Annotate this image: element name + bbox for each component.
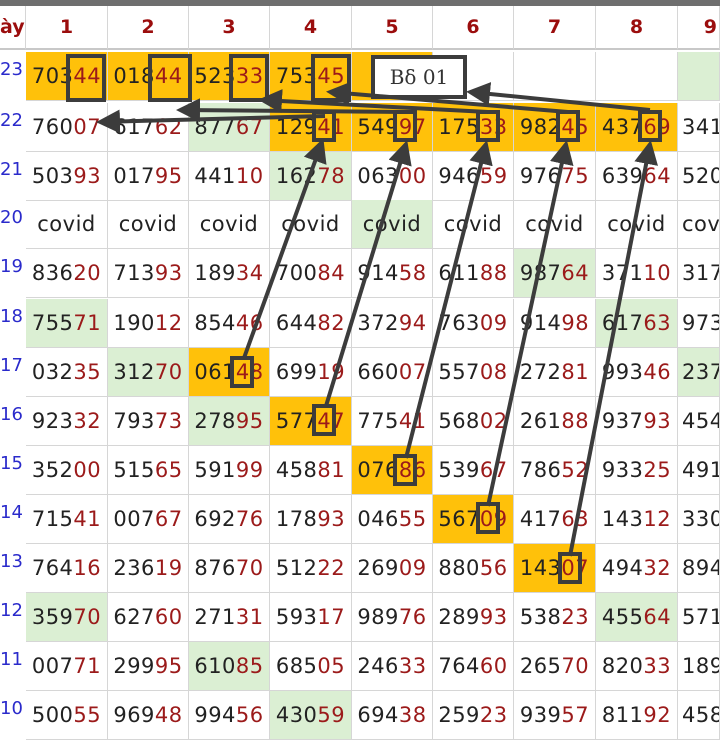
arrow [96, 109, 326, 134]
annotation-arrows [96, 81, 658, 557]
arrow [568, 140, 658, 557]
arrow [324, 140, 412, 407]
arrow [176, 98, 405, 123]
arrow [486, 140, 574, 507]
arrow [242, 138, 327, 359]
arrow [404, 140, 493, 459]
